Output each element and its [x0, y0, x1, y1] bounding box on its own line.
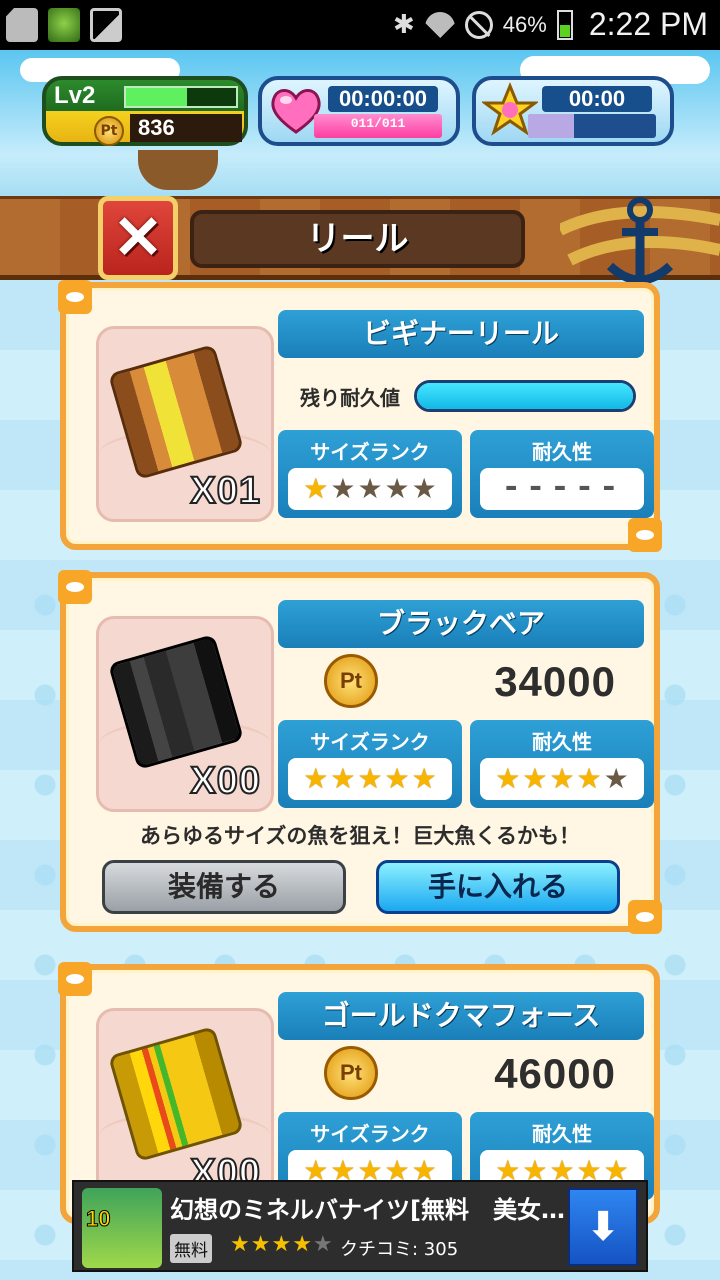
reel-count: X00: [189, 759, 261, 803]
price-value: 34000: [494, 658, 616, 705]
price-row: Pt 46000: [324, 1046, 644, 1102]
size-rank-stars: ★ ★ ★ ★ ★: [288, 468, 452, 510]
close-icon: ✕: [112, 204, 164, 271]
sd-card-icon: [6, 8, 38, 42]
bluetooth-icon: ✱: [392, 9, 415, 39]
ad-review-count: クチコミ: 305: [340, 1239, 459, 1260]
durability-rank-label: 耐久性: [532, 440, 592, 464]
size-rank-label: サイズランク: [310, 1122, 430, 1146]
durability-row: 残り耐久値: [300, 378, 636, 414]
fish-tag-icon: [628, 518, 662, 552]
ad-free-badge: 無料: [170, 1234, 212, 1263]
download-button[interactable]: ⬇: [568, 1188, 638, 1266]
pt-coin-icon: Pt: [324, 1046, 378, 1100]
size-rank-box: サイズランク ★ ★ ★ ★ ★: [278, 430, 462, 518]
reel-name: ゴールドクマフォース: [278, 992, 644, 1040]
size-rank-label: サイズランク: [310, 730, 430, 754]
star-filled-icon: ★: [250, 1232, 272, 1257]
battery-percent: 46%: [502, 11, 547, 37]
heart-count: 011/011: [350, 116, 406, 131]
page-title: リール: [190, 210, 525, 268]
durability-bar: [414, 380, 636, 412]
star-filled-icon: ★: [495, 762, 521, 795]
points-value: 836: [130, 114, 242, 142]
heart-timer: 00:00:00: [328, 86, 438, 112]
fish-tag-icon: [58, 570, 92, 604]
reel-image-box: X01: [96, 326, 274, 522]
durability-rank-box: 耐久性 -----: [470, 430, 654, 518]
ad-icon-text: 10: [85, 1206, 111, 1232]
size-rank-stars: ★ ★ ★ ★ ★: [288, 758, 452, 800]
star-empty-icon: ★: [330, 472, 356, 505]
get-button[interactable]: 手に入れる: [376, 860, 620, 914]
game-icon: [48, 8, 80, 42]
durability-rank-box: 耐久性 ★ ★ ★ ★ ★: [470, 720, 654, 808]
clock: 2:22 PM: [588, 6, 708, 42]
ad-banner[interactable]: 10 幻想のミネルバナイツ[無料 美女… 無料 ★★★★★ クチコミ: 305 …: [72, 1180, 648, 1272]
boat-image: [138, 150, 218, 190]
price-value: 46000: [494, 1050, 616, 1097]
reel-image-box: X00: [96, 616, 274, 812]
size-rank-label: サイズランク: [310, 440, 430, 464]
reel-name: ブラックベア: [278, 600, 644, 648]
level-text: Lv2: [54, 82, 96, 109]
star-filled-icon: ★: [576, 762, 602, 795]
star-empty-icon: ★: [411, 472, 437, 505]
ad-rating-stars: ★★★★★: [230, 1232, 334, 1257]
heart-gauge: 011/011: [314, 114, 442, 138]
star-panel[interactable]: 00:00: [472, 76, 674, 146]
reel-name: ビギナーリール: [278, 310, 644, 358]
price-row: Pt 34000: [324, 654, 644, 710]
star-filled-icon: ★: [384, 762, 410, 795]
star-filled-icon: ★: [522, 762, 548, 795]
status-bar: ✱ 46% 2:22 PM: [0, 0, 720, 50]
fish-tag-icon: [628, 900, 662, 934]
star-filled-icon: ★: [230, 1232, 251, 1257]
star-empty-icon: ★: [357, 472, 383, 505]
star-filled-icon: ★: [357, 762, 383, 795]
image-icon: [90, 8, 122, 42]
ad-title[interactable]: 幻想のミネルバナイツ[無料 美女…: [170, 1190, 565, 1225]
pt-coin-icon: Pt: [324, 654, 378, 708]
download-arrow-icon: ⬇: [586, 1204, 620, 1250]
level-progress-bar: [124, 86, 238, 108]
star-empty-icon: ★: [603, 762, 629, 795]
heart-panel[interactable]: 00:00:00 011/011: [258, 76, 460, 146]
size-rank-box: サイズランク ★ ★ ★ ★ ★: [278, 720, 462, 808]
star-filled-icon: ★: [303, 762, 329, 795]
star-filled-icon: ★: [292, 1232, 313, 1257]
battery-icon: [556, 9, 573, 40]
star-filled-icon: ★: [411, 762, 437, 795]
equip-button[interactable]: 装備する: [102, 860, 346, 914]
wifi-icon: [424, 11, 455, 38]
level-panel: Lv2 Pt 836: [42, 76, 248, 146]
fish-tag-icon: [58, 280, 92, 314]
durability-label: 残り耐久値: [300, 385, 400, 410]
durability-rank-label: 耐久性: [532, 730, 592, 754]
close-button[interactable]: ✕: [98, 196, 178, 280]
star-filled-icon: ★: [271, 1232, 293, 1257]
star-empty-icon: ★: [384, 472, 410, 505]
reel-image-box: X00: [96, 1008, 274, 1204]
reel-card-black-bear[interactable]: X00 ブラックベア Pt 34000 サイズランク ★ ★ ★ ★ ★ 耐久性 ★ ★ ★…: [58, 570, 662, 934]
reel-description: あらゆるサイズの魚を狙え！巨大魚くるかも！: [140, 824, 580, 848]
fish-tag-icon: [58, 962, 92, 996]
durability-rank-stars: ★ ★ ★ ★ ★: [480, 758, 644, 800]
reel-card-beginner[interactable]: X01 ビギナーリール 残り耐久値 サイズランク ★ ★ ★ ★ ★ 耐久性 -----: [58, 280, 662, 552]
star-filled-icon: ★: [303, 472, 329, 505]
anchor-icon: [560, 197, 720, 285]
durability-rank-dashes: -----: [500, 470, 624, 508]
star-gauge: [528, 114, 656, 138]
reel-count: X01: [189, 469, 261, 513]
star-filled-icon: ★: [549, 762, 575, 795]
star-filled-icon: ★: [330, 762, 356, 795]
ad-app-icon[interactable]: 10: [82, 1188, 162, 1268]
durability-rank-label: 耐久性: [532, 1122, 592, 1146]
pt-coin-icon: Pt: [94, 116, 124, 146]
star-empty-icon: ★: [312, 1232, 334, 1257]
star-timer: 00:00: [542, 86, 652, 112]
no-signal-icon: [464, 10, 493, 39]
